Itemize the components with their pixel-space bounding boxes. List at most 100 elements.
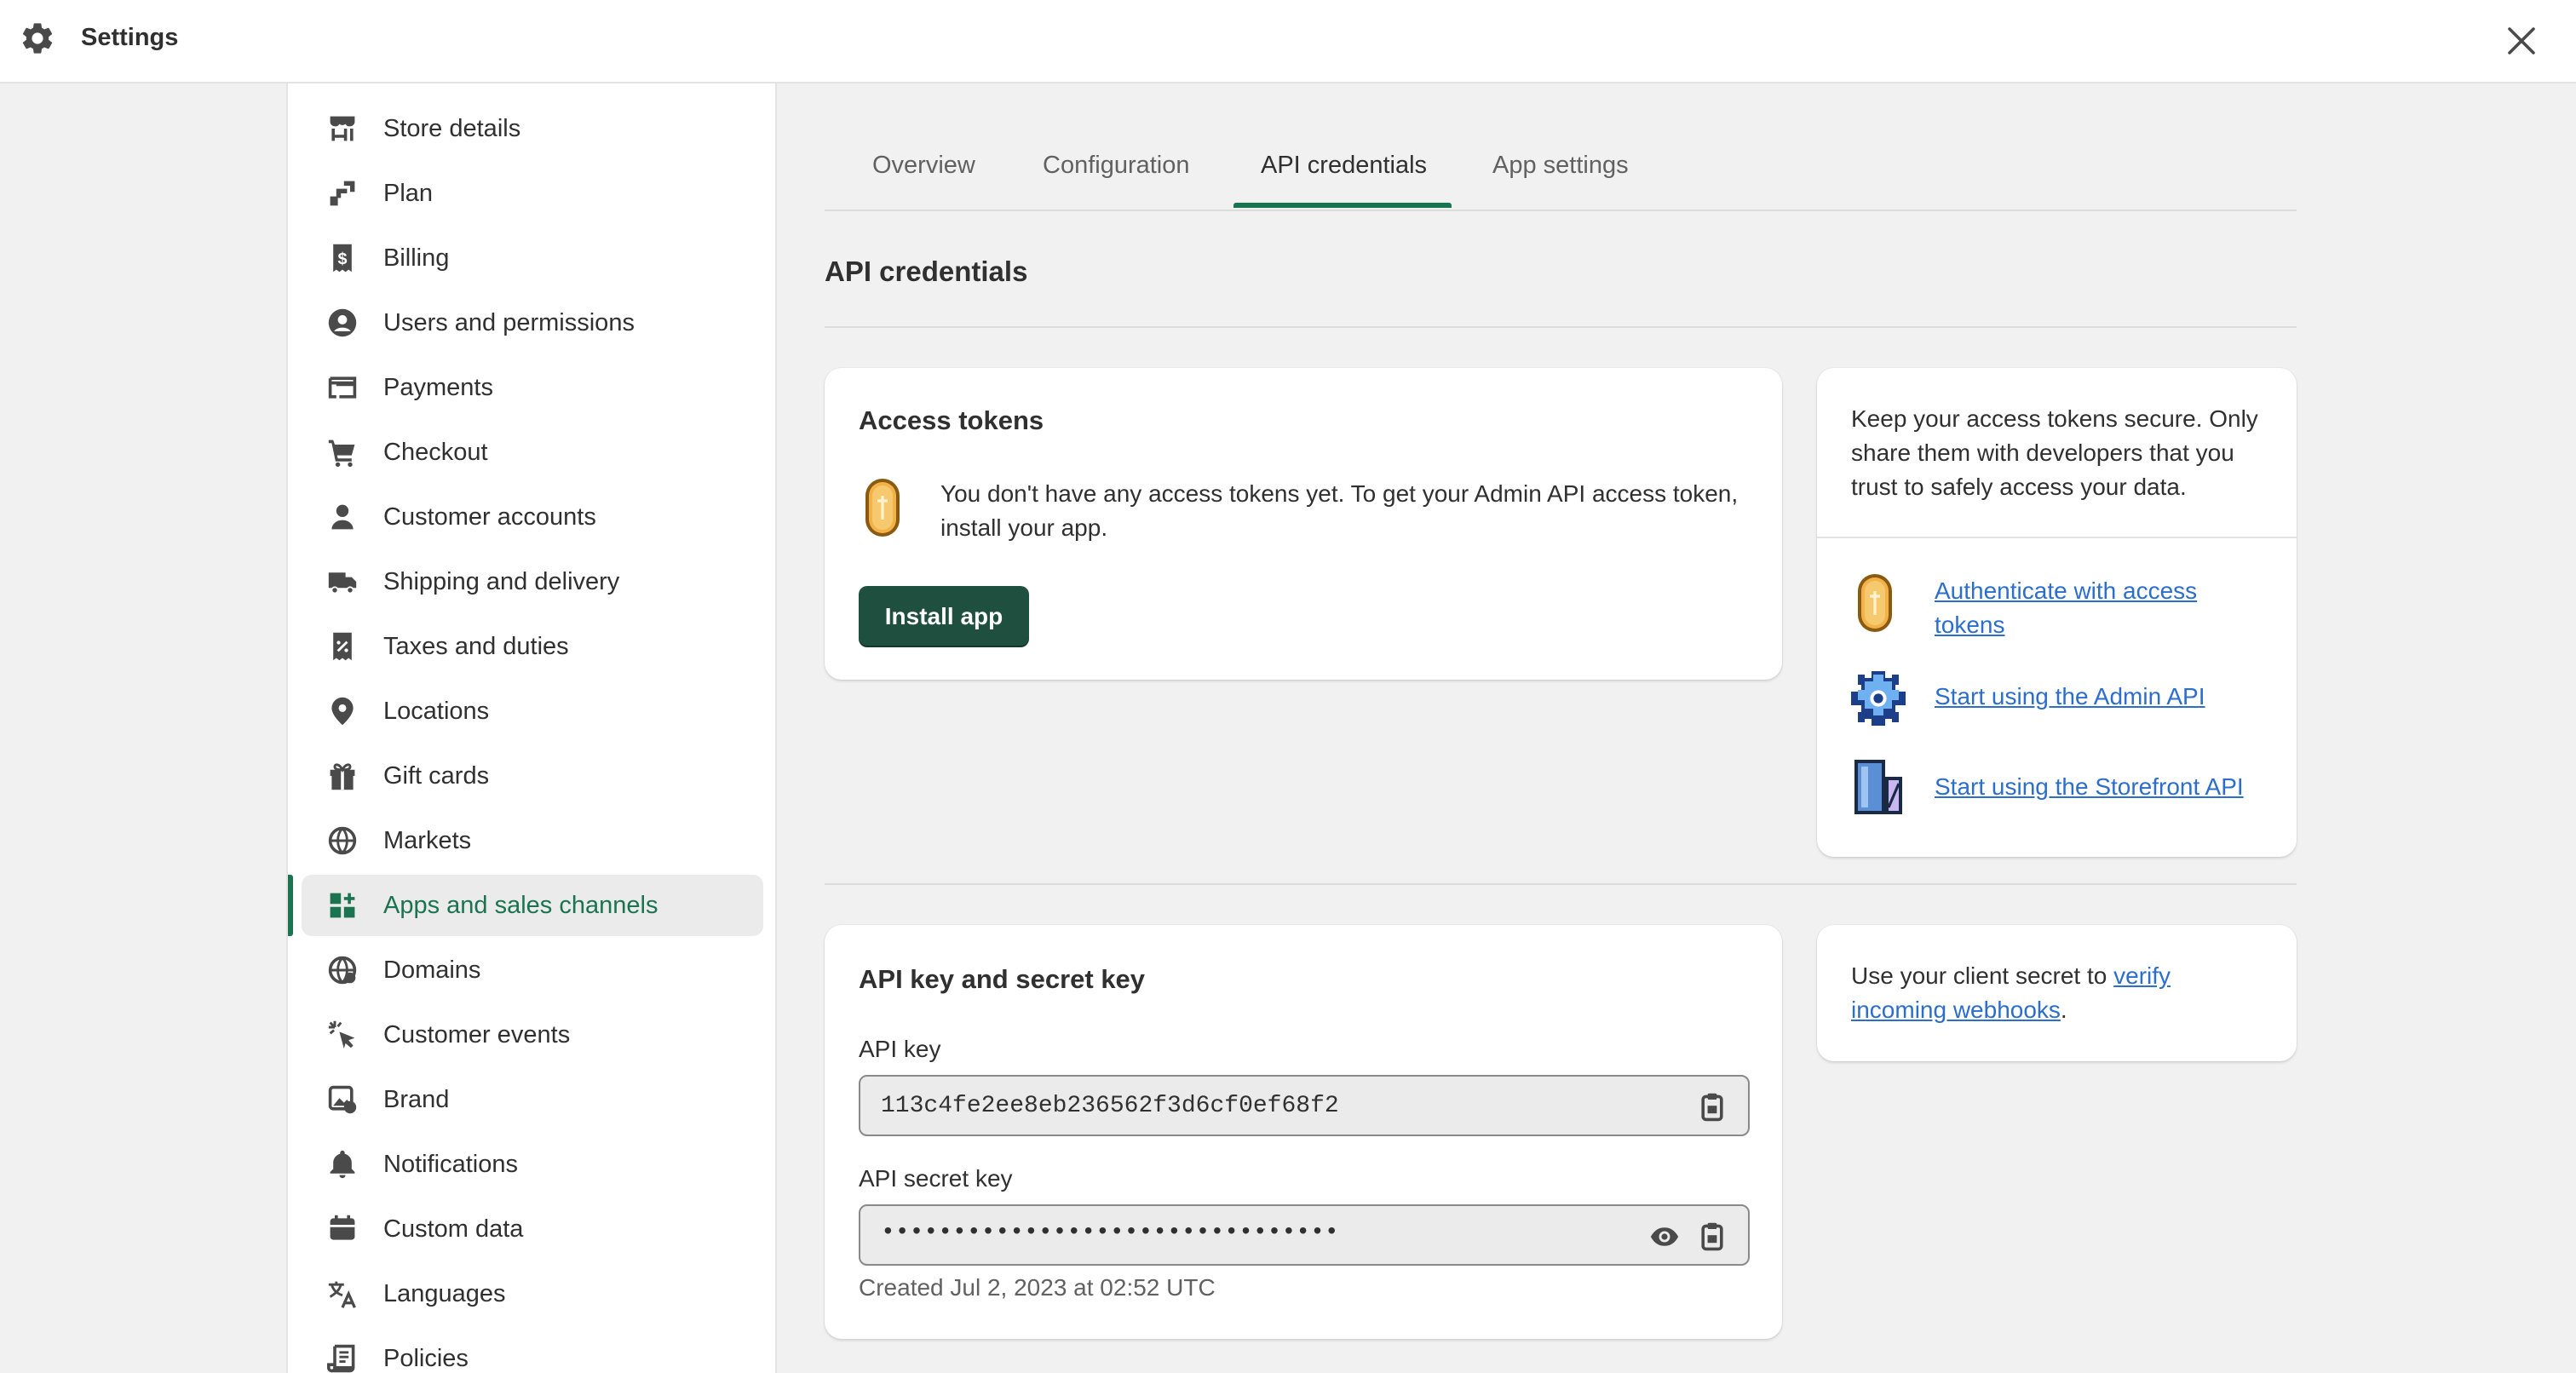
sidebar-item-label: Brand bbox=[383, 1086, 450, 1113]
api-key-label: API key bbox=[859, 1036, 941, 1062]
location-pin-icon bbox=[331, 697, 354, 726]
coin-icon bbox=[865, 479, 900, 537]
webhook-note-prefix: Use your client secret to bbox=[1851, 962, 2114, 989]
sidebar-item-markets[interactable]: Markets bbox=[302, 810, 763, 871]
plan-icon bbox=[330, 181, 355, 206]
sidebar-item-brand[interactable]: Brand bbox=[302, 1069, 763, 1130]
sidebar-item-plan[interactable]: Plan bbox=[302, 163, 763, 224]
sidebar-item-label: Custom data bbox=[383, 1215, 524, 1243]
page-title: API credentials bbox=[825, 256, 1028, 287]
sidebar-item-billing[interactable]: $ Billing bbox=[302, 227, 763, 289]
cursor-click-icon bbox=[328, 1020, 355, 1049]
access-tokens-message: You don't have any access tokens yet. To… bbox=[940, 480, 1739, 541]
sidebar-item-label: Shipping and delivery bbox=[383, 568, 620, 595]
card-title: API key and secret key bbox=[859, 964, 1146, 994]
access-tokens-card: Access tokens You don't have any access … bbox=[825, 368, 1782, 680]
divider bbox=[825, 883, 2297, 885]
settings-sidebar: Store details Plan $ Billing Users and p… bbox=[286, 83, 777, 1373]
sidebar-item-users[interactable]: Users and permissions bbox=[302, 292, 763, 353]
active-indicator bbox=[288, 875, 293, 936]
window-title: Settings bbox=[81, 24, 179, 51]
coin-icon bbox=[1858, 574, 1892, 632]
webhook-note-card: Use your client secret to verify incomin… bbox=[1817, 925, 2297, 1061]
policy-document-icon bbox=[327, 1344, 355, 1373]
svg-text:$: $ bbox=[337, 250, 347, 268]
link-label[interactable]: Start using the Admin API bbox=[1935, 680, 2205, 714]
tips-text: Keep your access tokens secure. Only sha… bbox=[1851, 405, 2258, 500]
webhook-note: Use your client secret to verify incomin… bbox=[1851, 959, 2268, 1027]
sidebar-item-locations[interactable]: Locations bbox=[302, 681, 763, 742]
sidebar-item-notifications[interactable]: Notifications bbox=[302, 1134, 763, 1195]
sidebar-item-store-details[interactable]: Store details bbox=[302, 98, 763, 159]
title-bar: Settings bbox=[0, 0, 2576, 83]
truck-icon bbox=[328, 572, 357, 595]
clipboard-icon[interactable] bbox=[1697, 1092, 1728, 1123]
tab-bar: Overview Configuration API credentials A… bbox=[825, 136, 2297, 211]
tab-configuration[interactable]: Configuration bbox=[1043, 152, 1190, 180]
sidebar-item-label: Payments bbox=[383, 374, 493, 401]
sidebar-item-label: Billing bbox=[383, 244, 450, 272]
gift-icon bbox=[330, 763, 355, 790]
link-label[interactable]: Start using the Storefront API bbox=[1935, 770, 2244, 804]
tab-overview[interactable]: Overview bbox=[872, 152, 975, 180]
api-secret-key-label: API secret key bbox=[859, 1165, 1013, 1192]
install-app-button[interactable]: Install app bbox=[859, 586, 1029, 647]
sidebar-item-label: Checkout bbox=[383, 439, 488, 466]
storefront-pixel-icon bbox=[1854, 760, 1902, 814]
gear-icon bbox=[22, 23, 53, 54]
tab-api-credentials[interactable]: API credentials bbox=[1261, 152, 1427, 180]
sidebar-item-label: Domains bbox=[383, 957, 481, 984]
sidebar-item-gift-cards[interactable]: Gift cards bbox=[302, 745, 763, 807]
api-secret-key-field[interactable]: •••••••••••••••••••••••••••••••• bbox=[859, 1204, 1750, 1266]
sidebar-item-custom-data[interactable]: Custom data bbox=[302, 1198, 763, 1260]
sidebar-item-label: Customer accounts bbox=[383, 503, 596, 531]
sidebar-item-label: Gift cards bbox=[383, 762, 490, 790]
sidebar-item-label: Notifications bbox=[383, 1151, 518, 1178]
sidebar-item-customer-events[interactable]: Customer events bbox=[302, 1004, 763, 1066]
sidebar-item-label: Customer events bbox=[383, 1021, 571, 1048]
active-tab-underline bbox=[1233, 203, 1452, 208]
translate-icon bbox=[328, 1281, 356, 1308]
sidebar-item-label: Locations bbox=[383, 698, 490, 725]
api-secret-key-value: •••••••••••••••••••••••••••••••• bbox=[881, 1220, 1339, 1246]
brand-icon bbox=[328, 1085, 357, 1114]
domain-globe-icon bbox=[328, 956, 357, 985]
payments-icon bbox=[328, 376, 357, 399]
sidebar-item-label: Markets bbox=[383, 827, 472, 854]
sidebar-item-label: Plan bbox=[383, 180, 434, 207]
api-key-field[interactable]: 113c4fe2ee8eb236562f3d6cf0ef68f2 bbox=[859, 1075, 1750, 1136]
close-icon[interactable] bbox=[2501, 20, 2542, 61]
created-timestamp: Created Jul 2, 2023 at 02:52 UTC bbox=[859, 1274, 1216, 1301]
link-admin-api[interactable]: Start using the Admin API bbox=[1851, 671, 2294, 739]
tips-card: Keep your access tokens secure. Only sha… bbox=[1817, 368, 2297, 857]
sidebar-item-languages[interactable]: Languages bbox=[302, 1263, 763, 1324]
sidebar-item-payments[interactable]: Payments bbox=[302, 357, 763, 418]
sidebar-item-label: Taxes and duties bbox=[383, 633, 569, 660]
sidebar-item-shipping[interactable]: Shipping and delivery bbox=[302, 551, 763, 612]
divider bbox=[1817, 537, 2297, 538]
sidebar-item-domains[interactable]: Domains bbox=[302, 939, 763, 1001]
billing-icon: $ bbox=[333, 244, 352, 273]
gear-pixel-icon bbox=[1851, 671, 1906, 726]
link-authenticate[interactable]: Authenticate with access tokens bbox=[1851, 574, 2294, 642]
tab-app-settings[interactable]: App settings bbox=[1492, 152, 1629, 180]
tax-receipt-icon bbox=[333, 632, 352, 661]
bell-icon bbox=[330, 1150, 355, 1179]
clipboard-icon[interactable] bbox=[1697, 1221, 1728, 1252]
sidebar-item-policies[interactable]: Policies bbox=[302, 1328, 763, 1373]
link-label[interactable]: Authenticate with access tokens bbox=[1935, 574, 2258, 642]
divider bbox=[825, 326, 2297, 328]
sidebar-item-checkout[interactable]: Checkout bbox=[302, 422, 763, 483]
custom-data-icon bbox=[330, 1215, 355, 1240]
eye-icon[interactable] bbox=[1649, 1221, 1680, 1252]
card-title: Access tokens bbox=[859, 405, 1044, 435]
globe-icon bbox=[328, 826, 357, 855]
store-icon bbox=[330, 116, 355, 141]
link-storefront-api[interactable]: Start using the Storefront API bbox=[1851, 756, 2294, 824]
sidebar-item-apps-and-sales-channels[interactable]: Apps and sales channels bbox=[288, 875, 763, 936]
sidebar-item-label: Apps and sales channels bbox=[383, 892, 658, 919]
sidebar-item-label: Users and permissions bbox=[383, 309, 635, 336]
sidebar-item-taxes[interactable]: Taxes and duties bbox=[302, 616, 763, 677]
user-circle-icon bbox=[328, 308, 357, 337]
sidebar-item-customer-accounts[interactable]: Customer accounts bbox=[302, 486, 763, 548]
